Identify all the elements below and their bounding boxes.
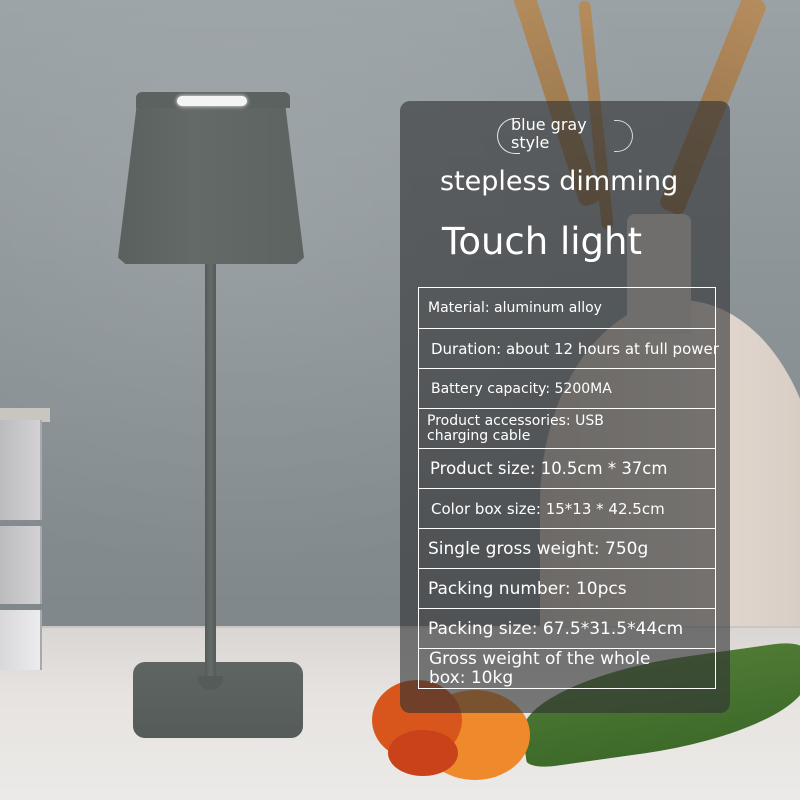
spec-table: Material: aluminum alloy Duration: about…	[418, 287, 719, 689]
touch-light-panel-icon	[177, 96, 247, 106]
spec-text: Product size: 10.5cm * 37cm	[430, 459, 668, 478]
shelf-drawer	[0, 610, 42, 670]
color-style-label: blue gray style	[511, 115, 587, 152]
badge-arc-right-icon	[614, 120, 633, 152]
spec-row-packing-number: Packing number: 10pcs	[419, 568, 715, 608]
spec-row-accessories: Product accessories: USB charging cable	[419, 408, 715, 448]
color-style-badge: blue gray style	[497, 115, 633, 154]
spec-text: Gross weight of the whole box: 10kg	[429, 648, 651, 688]
spec-text: Battery capacity: 5200MA	[431, 380, 612, 397]
spec-row-material: Material: aluminum alloy	[419, 288, 715, 328]
lamp-stem	[205, 262, 216, 682]
spec-text: Packing number: 10pcs	[428, 578, 627, 599]
feature-heading: stepless dimming	[440, 166, 679, 197]
product-title: Touch light	[442, 220, 642, 263]
shelf-drawer	[0, 526, 42, 604]
spec-row-battery: Battery capacity: 5200MA	[419, 368, 715, 408]
spec-text: Single gross weight: 750g	[428, 538, 649, 559]
lamp-base	[133, 662, 303, 738]
spec-text: Product accessories: USB charging cable	[427, 412, 604, 444]
side-shelf	[0, 408, 50, 670]
spec-text: Packing size: 67.5*31.5*44cm	[428, 618, 684, 639]
shelf-drawer	[0, 420, 42, 520]
spec-row-single-gross-weight: Single gross weight: 750g	[419, 528, 715, 568]
tulip-petal	[388, 730, 458, 776]
spec-row-packing-size: Packing size: 67.5*31.5*44cm	[419, 608, 715, 648]
spec-text: Color box size: 15*13 * 42.5cm	[431, 499, 665, 518]
spec-row-color-box-size: Color box size: 15*13 * 42.5cm	[419, 488, 715, 528]
lamp-shade	[118, 106, 304, 264]
spec-text: Material: aluminum alloy	[428, 300, 602, 316]
spec-row-box-gross-weight: Gross weight of the whole box: 10kg	[419, 648, 715, 688]
spec-text: Duration: about 12 hours at full power	[431, 339, 719, 358]
spec-row-product-size: Product size: 10.5cm * 37cm	[419, 448, 715, 488]
spec-row-duration: Duration: about 12 hours at full power	[419, 328, 719, 368]
